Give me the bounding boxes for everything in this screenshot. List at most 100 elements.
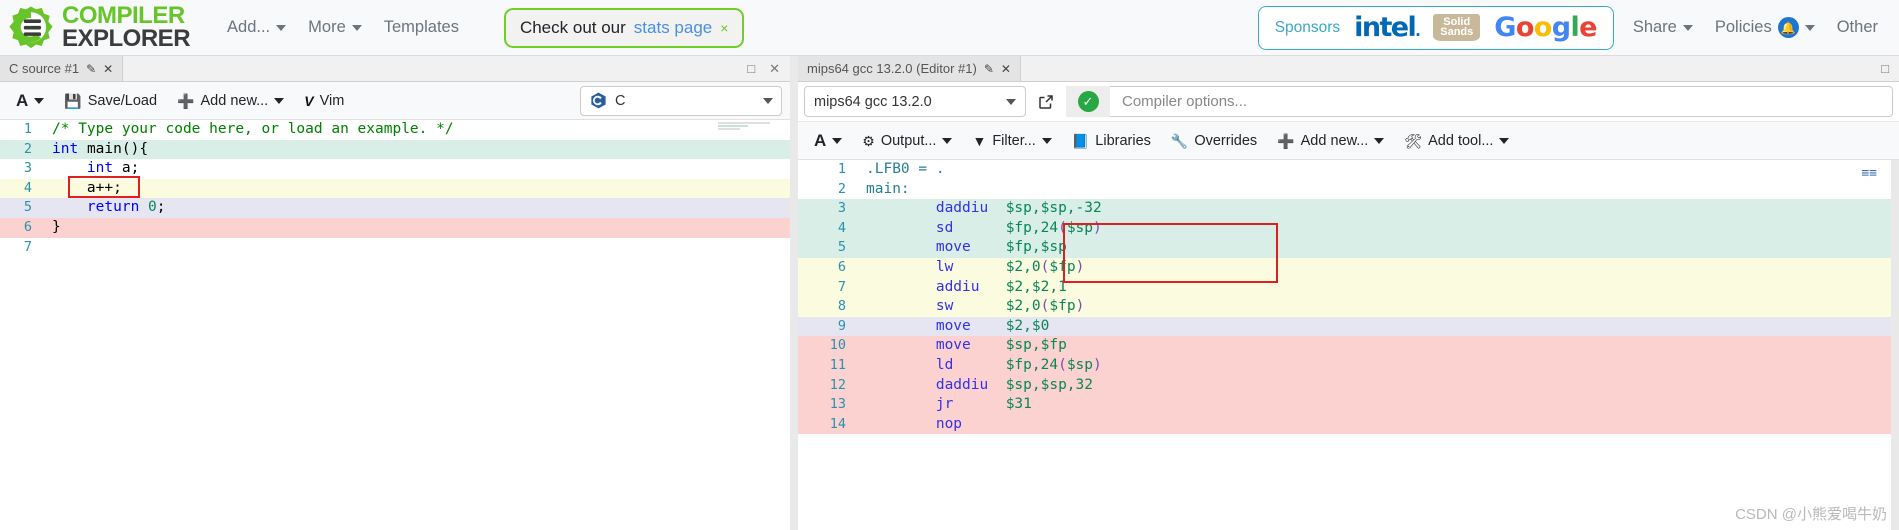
compile-status[interactable]: ✓ bbox=[1066, 86, 1110, 117]
save-load-button[interactable]: 💾 Save/Load bbox=[56, 89, 165, 113]
assembly-row[interactable]: 10 move $sp,$fp bbox=[798, 336, 1899, 356]
assembly-line-text: .LFB0 = . bbox=[860, 160, 1899, 180]
language-select[interactable]: C bbox=[580, 85, 782, 116]
overrides-button[interactable]: 🔧 Overrides bbox=[1163, 129, 1265, 153]
brand-line-2: EXPLORER bbox=[62, 24, 191, 52]
chevron-down-icon bbox=[832, 137, 843, 144]
token: ) bbox=[1075, 298, 1085, 315]
tab-mips64-gcc[interactable]: mips64 gcc 13.2.0 (Editor #1) ✎ ✕ bbox=[798, 56, 1021, 81]
assembly-row[interactable]: 11 ld $fp,24($sp) bbox=[798, 355, 1899, 376]
output-button[interactable]: ⚙ Output... bbox=[854, 129, 960, 153]
source-code-line-text: int main(){ bbox=[46, 140, 790, 160]
assembly-row[interactable]: 7 addiu $2,$2,1 bbox=[798, 277, 1899, 298]
assembly-row[interactable]: 1 .LFB0 = . bbox=[798, 160, 1899, 180]
vim-mode-button[interactable]: V Vim bbox=[296, 89, 352, 113]
book-icon: 📘 bbox=[1071, 132, 1090, 149]
assembly-row[interactable]: 5 move $fp,$sp bbox=[798, 238, 1899, 258]
source-code-row[interactable]: 6} bbox=[0, 217, 790, 238]
google-logo[interactable]: Google bbox=[1494, 12, 1597, 43]
pane-splitter[interactable] bbox=[790, 56, 798, 530]
pane-right-edge bbox=[1891, 160, 1899, 530]
token: main: bbox=[866, 180, 910, 197]
source-code-row[interactable]: 3 int a; bbox=[0, 159, 790, 179]
font-size-button[interactable]: A bbox=[8, 87, 52, 115]
fold-all-icon[interactable]: ≡≡ bbox=[1861, 164, 1877, 184]
add-tool-button[interactable]: 🛠 Add tool... bbox=[1396, 129, 1517, 153]
assembly-line-number: 3 bbox=[837, 200, 846, 217]
overrides-label: Overrides bbox=[1194, 132, 1258, 149]
assembly-line-text: daddiu $sp,$sp,-32 bbox=[860, 199, 1899, 219]
maximize-icon[interactable]: □ bbox=[747, 61, 755, 76]
pencil-icon[interactable]: ✎ bbox=[86, 62, 96, 76]
assembly-row[interactable]: 12 daddiu $sp,$sp,32 bbox=[798, 375, 1899, 396]
assembly-output-area[interactable]: 1 .LFB0 = . 2 main: 3 daddiu $sp,$sp,-32 4 sd… bbox=[798, 160, 1899, 530]
token: $fp bbox=[1049, 258, 1076, 275]
compiler-toolbar: A ⚙ Output... ▼ Filter... 📘 Libraries 🔧 … bbox=[798, 122, 1899, 160]
close-icon[interactable]: ✕ bbox=[1001, 62, 1011, 76]
brand-logo-link[interactable]: COMPILER EXPLORER bbox=[8, 4, 191, 52]
bell-icon[interactable]: 🔔 bbox=[1777, 17, 1799, 38]
font-size-button[interactable]: A bbox=[806, 127, 850, 155]
nav-item-templates[interactable]: Templates bbox=[373, 12, 470, 43]
pencil-icon[interactable]: ✎ bbox=[984, 62, 994, 76]
source-code-row[interactable]: 5 return 0; bbox=[0, 198, 790, 218]
assembly-row[interactable]: 3 daddiu $sp,$sp,-32 bbox=[798, 199, 1899, 219]
filter-label: Filter... bbox=[992, 132, 1036, 149]
nav-item-add-label: Add... bbox=[227, 18, 271, 36]
assembly-row[interactable]: 6 lw $2,0($fp) bbox=[798, 257, 1899, 278]
close-icon[interactable]: ✕ bbox=[769, 61, 780, 77]
source-code-row[interactable]: 4 a++; bbox=[0, 178, 790, 199]
tab-c-source-1[interactable]: C source #1 ✎ ✕ bbox=[0, 56, 124, 81]
font-size-label: A bbox=[16, 90, 29, 110]
chevron-down-icon bbox=[1041, 137, 1052, 144]
source-code-line-text: a++; bbox=[46, 179, 790, 199]
close-icon[interactable]: × bbox=[720, 20, 728, 36]
chevron-down-icon bbox=[1682, 24, 1693, 31]
token: $sp,$sp, bbox=[1005, 200, 1076, 217]
source-vertical-scrollbar[interactable] bbox=[776, 120, 790, 530]
assembly-row[interactable]: 14 nop bbox=[798, 414, 1899, 435]
assembly-row[interactable]: 8 sw $2,0($fp) bbox=[798, 297, 1899, 317]
source-code-row[interactable]: 1 /* Type your code here, or load an exam… bbox=[0, 120, 790, 140]
chevron-down-icon bbox=[942, 137, 953, 144]
assembly-line-number: 5 bbox=[837, 239, 846, 256]
source-code-line-number: 7 bbox=[23, 238, 32, 255]
filter-button[interactable]: ▼ Filter... bbox=[964, 129, 1059, 153]
token: daddiu bbox=[935, 200, 989, 217]
add-new-button[interactable]: ➕ Add new... bbox=[169, 89, 292, 113]
watermark: CSDN @小熊爱喝牛奶 bbox=[1735, 506, 1887, 523]
intel-logo[interactable]: intel. bbox=[1354, 12, 1421, 43]
compile-ok-icon: ✓ bbox=[1077, 91, 1099, 112]
maximize-icon[interactable]: □ bbox=[1881, 61, 1889, 76]
nav-item-share[interactable]: Share bbox=[1622, 12, 1704, 43]
solid-sands-logo[interactable]: Solid Sands bbox=[1433, 14, 1481, 41]
assembly-row[interactable]: 4 sd $fp,24($sp) bbox=[798, 218, 1899, 239]
source-code-line-number: 1 bbox=[23, 121, 32, 137]
nav-item-policies[interactable]: Policies 🔔 bbox=[1704, 11, 1826, 44]
compiler-options-input[interactable]: Compiler options... bbox=[1110, 86, 1893, 117]
assembly-row[interactable]: 2 main: bbox=[798, 180, 1899, 200]
nav-item-add[interactable]: Add... bbox=[216, 12, 297, 43]
assembly-line-number: 9 bbox=[837, 317, 846, 334]
token: 0 bbox=[148, 199, 157, 216]
open-in-new-icon[interactable] bbox=[1026, 86, 1066, 117]
source-code-area[interactable]: 1 /* Type your code here, or load an exam… bbox=[0, 120, 790, 530]
source-code-row[interactable]: 7 bbox=[0, 238, 790, 258]
close-icon[interactable]: ✕ bbox=[103, 62, 113, 76]
stats-page-link[interactable]: stats page bbox=[634, 18, 712, 38]
token: 0 bbox=[1031, 298, 1041, 315]
assembly-row[interactable]: 13 jr $31 bbox=[798, 395, 1899, 415]
stats-page-announcement[interactable]: Check out our stats page × bbox=[503, 7, 745, 48]
nav-item-other[interactable]: Other bbox=[1826, 12, 1889, 43]
nav-item-more[interactable]: More bbox=[297, 12, 373, 43]
compiler-select[interactable]: mips64 gcc 13.2.0 bbox=[804, 86, 1026, 117]
assembly-row[interactable]: 9 move $2,$0 bbox=[798, 316, 1899, 337]
assembly-line-text: move $fp,$sp bbox=[860, 238, 1899, 258]
libraries-button[interactable]: 📘 Libraries bbox=[1064, 129, 1159, 153]
add-new-button[interactable]: ➕ Add new... bbox=[1269, 129, 1392, 153]
source-code-row[interactable]: 2 int main(){ bbox=[0, 139, 790, 160]
